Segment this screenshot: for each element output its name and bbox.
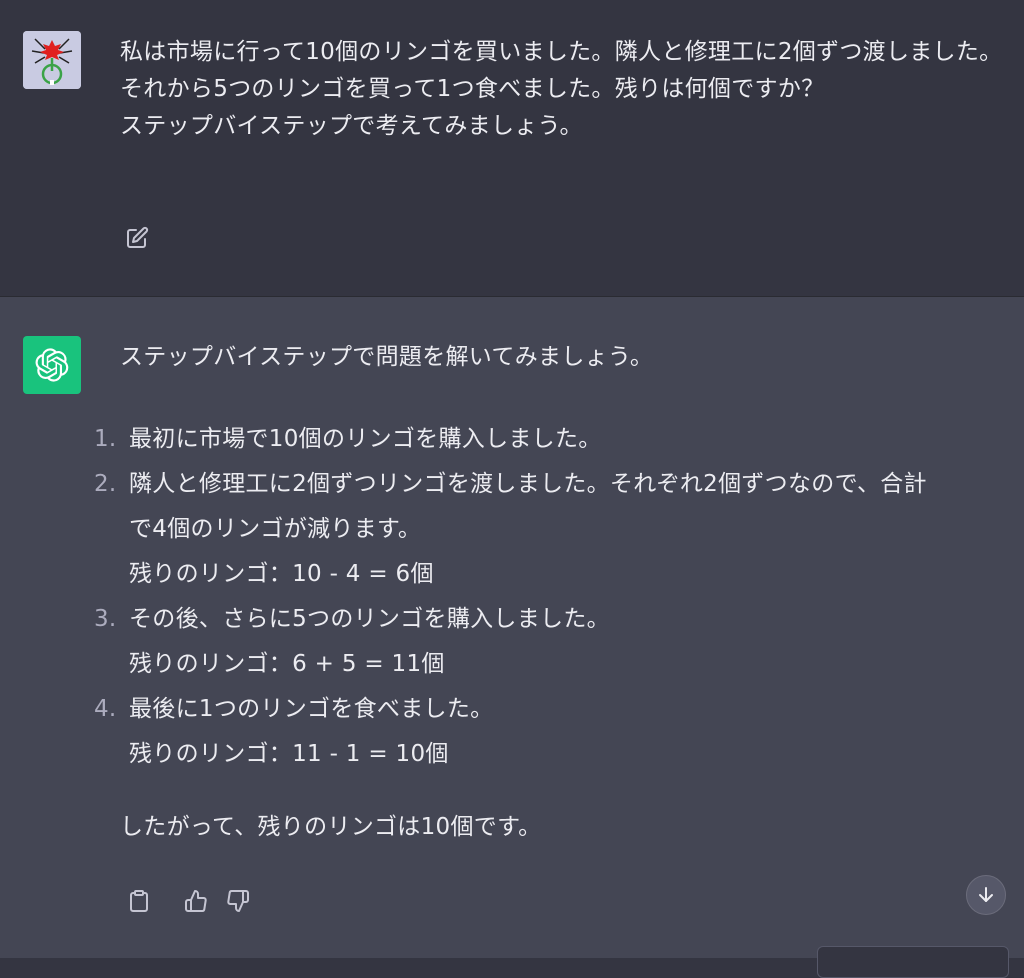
thumbs-down-icon[interactable] xyxy=(223,886,253,916)
list-item-text: 残りのリンゴ：11 - 1 = 10個 xyxy=(129,741,449,767)
message-actions xyxy=(124,886,253,916)
list-item-text: 隣人と修理工に2個ずつリンゴを渡しました。それぞれ2個ずつなので、合計 xyxy=(129,471,927,497)
list-item-text: で4個のリンゴが減ります。 xyxy=(129,516,422,542)
steps-list: 1. 最初に市場で10個のリンゴを購入しました。 2. 隣人と修理工に2個ずつリ… xyxy=(94,417,1014,777)
list-item-number: 1. xyxy=(94,426,117,452)
user-message: 私は市場に行って10個のリンゴを買いました。隣人と修理工に2個ずつ渡しました。そ… xyxy=(0,0,1024,297)
list-item-text: 最後に1つのリンゴを食べました。 xyxy=(129,696,494,722)
user-message-text: 私は市場に行って10個のリンゴを買いました。隣人と修理工に2個ずつ渡しました。そ… xyxy=(120,39,1003,139)
scroll-to-bottom-button[interactable] xyxy=(966,875,1006,915)
openai-logo-icon xyxy=(23,336,81,394)
list-item-text: その後、さらに5つのリンゴを購入しました。 xyxy=(129,606,610,632)
list-item-text: 最初に市場で10個のリンゴを購入しました。 xyxy=(129,426,602,452)
list-item-text: 残りのリンゴ：10 - 4 = 6個 xyxy=(129,561,434,587)
list-item-number: 3. xyxy=(94,606,117,632)
assistant-conclusion: したがって、残りのリンゴは10個です。 xyxy=(120,814,542,840)
thumbs-up-icon[interactable] xyxy=(181,886,211,916)
list-item-text: 残りのリンゴ：6 + 5 = 11個 xyxy=(129,651,445,677)
list-item: 4. 最後に1つのリンゴを食べました。 残りのリンゴ：11 - 1 = 10個 xyxy=(94,687,1014,777)
list-item-number: 4. xyxy=(94,696,117,722)
list-item: 3. その後、さらに5つのリンゴを購入しました。 残りのリンゴ：6 + 5 = … xyxy=(94,597,1014,687)
list-item: 1. 最初に市場で10個のリンゴを購入しました。 xyxy=(94,417,1014,462)
arrow-down-icon xyxy=(976,885,996,905)
spider-avatar-icon xyxy=(23,31,81,89)
assistant-message: ステップバイステップで問題を解いてみましょう。 1. 最初に市場で10個のリンゴ… xyxy=(0,297,1024,970)
assistant-intro: ステップバイステップで問題を解いてみましょう。 xyxy=(120,344,654,370)
clipboard-icon[interactable] xyxy=(124,886,154,916)
list-item: 2. 隣人と修理工に2個ずつリンゴを渡しました。それぞれ2個ずつなので、合計 で… xyxy=(94,462,1014,597)
list-item-number: 2. xyxy=(94,471,117,497)
edit-icon[interactable] xyxy=(124,225,150,251)
regenerate-button[interactable] xyxy=(817,946,1009,978)
